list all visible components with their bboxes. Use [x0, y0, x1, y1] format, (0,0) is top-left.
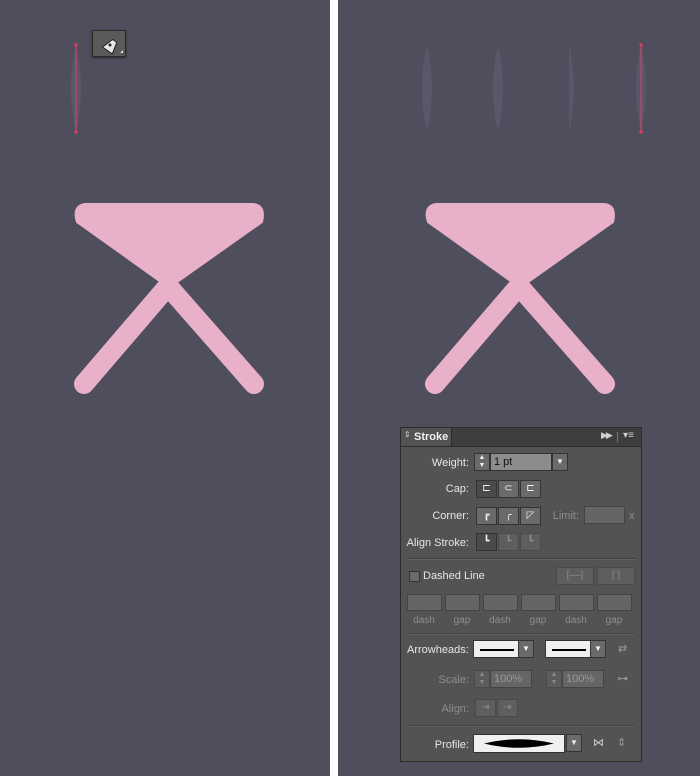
weight-value: 1 pt [494, 456, 513, 468]
round-join-button[interactable]: ╭ [498, 507, 519, 525]
align-stroke-inside-button[interactable]: ┗ [498, 533, 519, 551]
dash-field-3[interactable] [559, 594, 594, 611]
dash-field-1[interactable] [407, 594, 442, 611]
link-scale-icon[interactable]: ⊶ [617, 672, 628, 685]
arrow-extend-icon: ⇥ [481, 702, 490, 713]
end-arrowhead-dropdown-icon[interactable]: ▼ [590, 640, 606, 658]
limit-field[interactable] [584, 506, 625, 524]
dashed-line-label: Dashed Line [423, 570, 485, 582]
gap-label: gap [529, 615, 547, 626]
panel-tab-bar: ⇕ Stroke ▶▶ ▾≡ [401, 428, 641, 447]
align-stroke-center-button[interactable]: ┗ [476, 533, 497, 551]
align-stroke-label: Align Stroke: [406, 537, 469, 549]
align-outside-icon: ┗ [527, 536, 534, 547]
section-divider [407, 558, 635, 560]
pen-tool-icon [101, 38, 123, 55]
arrowheads-label: Arrowheads: [407, 644, 469, 656]
anchor-point [639, 130, 643, 134]
swap-arrowheads-icon[interactable]: ⇄ [618, 642, 627, 655]
align-inside-icon: ┗ [505, 536, 512, 547]
anchor-point [74, 43, 78, 47]
limit-label: Limit: [552, 510, 579, 522]
profile-label: Profile: [434, 739, 469, 751]
bevel-join-button[interactable]: ◸ [520, 507, 541, 525]
end-arrowhead-select[interactable] [545, 640, 591, 658]
collapse-panel-icon[interactable]: ▶▶ [601, 430, 613, 441]
bevel-join-icon: ◸ [526, 510, 535, 521]
flip-across-icon[interactable]: ⇕ [617, 736, 626, 749]
gap-label: gap [605, 615, 623, 626]
projecting-cap-button[interactable]: ⊏ [520, 480, 541, 498]
corner-label: Corner: [432, 510, 469, 522]
section-divider [407, 725, 635, 727]
leaf-guide-shape [493, 45, 503, 132]
miter-join-icon: ┏ [483, 510, 490, 521]
section-divider [407, 633, 635, 635]
limit-suffix: x [629, 510, 635, 522]
tab-stroke-label: Stroke [414, 431, 449, 443]
arrow-place-icon: ⇥ [503, 702, 512, 713]
dash-field-2[interactable] [483, 594, 518, 611]
weight-dropdown-icon[interactable]: ▼ [552, 453, 568, 471]
scale-end-field[interactable]: 100% [562, 670, 604, 688]
flip-along-icon[interactable]: ⋈ [593, 736, 604, 749]
arrowhead-line-preview [552, 649, 586, 651]
start-arrowhead-select[interactable] [473, 640, 519, 658]
weight-label: Weight: [431, 457, 469, 469]
tab-stroke[interactable]: ⇕ Stroke [401, 428, 452, 446]
scale-start-value: 100% [494, 673, 523, 685]
dash-label: dash [565, 615, 587, 626]
scale-end-stepper[interactable]: ▲ ▼ [546, 670, 562, 688]
width-profile-preview-icon [484, 739, 554, 748]
dash-preserve-icon: [‒‒] [566, 570, 584, 581]
arrow-tip-place-button[interactable]: ⇥ [497, 699, 518, 717]
miter-join-button[interactable]: ┏ [476, 507, 497, 525]
anchor-point [639, 43, 643, 47]
panel-grip [617, 432, 618, 442]
pen-tool-button[interactable] [92, 30, 126, 57]
projecting-cap-icon: ⊏ [526, 483, 535, 494]
dash-label: dash [413, 615, 435, 626]
leaf-guide-shape [564, 45, 574, 132]
gap-field-2[interactable] [521, 594, 556, 611]
gap-field-3[interactable] [597, 594, 632, 611]
round-join-icon: ╭ [505, 510, 512, 521]
arrow-tip-extend-button[interactable]: ⇥ [475, 699, 496, 717]
tab-collapse-arrows-icon[interactable]: ⇕ [404, 430, 411, 439]
weight-stepper[interactable]: ▲ ▼ [474, 453, 490, 471]
round-cap-button[interactable]: ⊂ [498, 480, 519, 498]
align-label: Align: [441, 703, 469, 715]
pink-stool-shape [74, 203, 264, 394]
pink-stool-shape [425, 203, 615, 394]
leaf-guide-shape [422, 45, 432, 132]
scale-end-value: 100% [566, 673, 595, 685]
gap-field-1[interactable] [445, 594, 480, 611]
dashed-line-checkbox[interactable] [409, 571, 420, 582]
start-arrowhead-dropdown-icon[interactable]: ▼ [518, 640, 534, 658]
arrowhead-line-preview [480, 649, 514, 651]
gap-label: gap [453, 615, 471, 626]
cap-label: Cap: [445, 483, 469, 495]
butt-cap-icon: ⊏ [482, 483, 491, 494]
anchor-point [74, 130, 78, 134]
dash-align-icon: [ ] [611, 570, 621, 581]
stroke-panel: ⇕ Stroke ▶▶ ▾≡ Weight: ▲ ▼ 1 pt ▼ Cap: ⊏ … [400, 427, 642, 762]
panel-menu-icon[interactable]: ▾≡ [623, 430, 634, 441]
align-stroke-outside-button[interactable]: ┗ [520, 533, 541, 551]
weight-field[interactable]: 1 pt [490, 453, 552, 471]
scale-start-stepper[interactable]: ▲ ▼ [474, 670, 490, 688]
profile-select[interactable] [473, 734, 565, 753]
preserve-dash-button[interactable]: [‒‒] [556, 567, 594, 585]
dash-label: dash [489, 615, 511, 626]
align-center-icon: ┗ [483, 536, 490, 547]
scale-label: Scale: [438, 674, 469, 686]
profile-dropdown-icon[interactable]: ▼ [566, 734, 582, 752]
align-dash-button[interactable]: [ ] [597, 567, 635, 585]
butt-cap-button[interactable]: ⊏ [476, 480, 497, 498]
scale-start-field[interactable]: 100% [490, 670, 532, 688]
round-cap-icon: ⊂ [504, 483, 513, 494]
